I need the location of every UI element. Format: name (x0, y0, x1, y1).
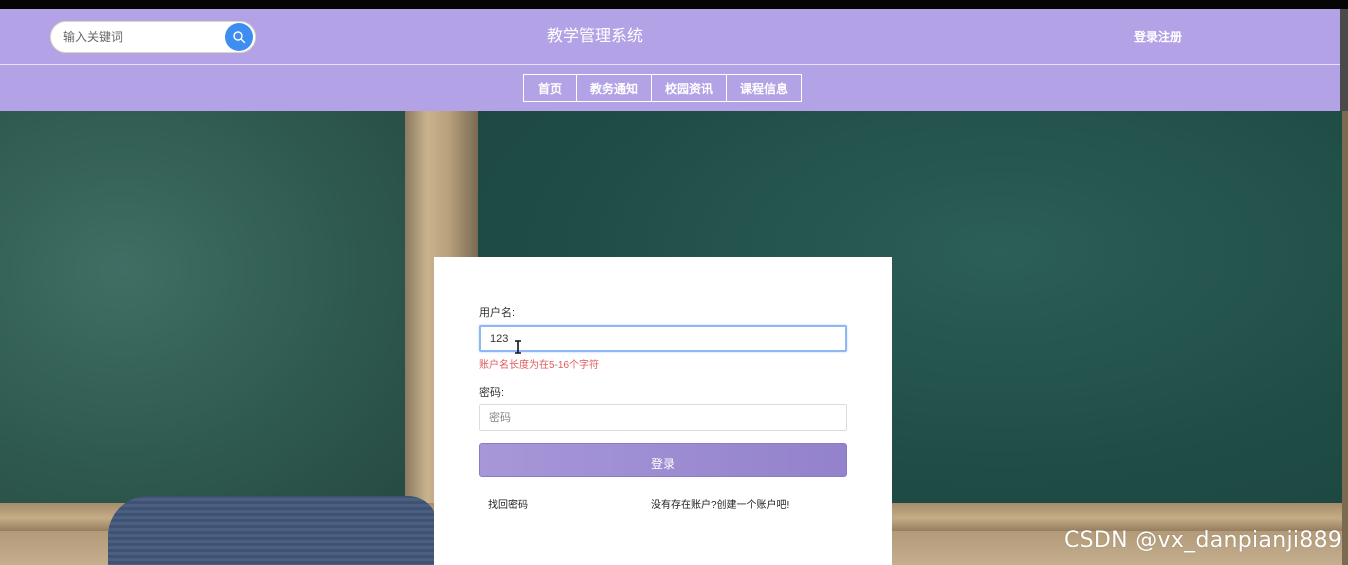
nav-item-notices[interactable]: 教务通知 (576, 74, 652, 102)
nav-bar: 首页 教务通知 校园资讯 课程信息 (0, 64, 1340, 111)
header: 教学管理系统 登录注册 (0, 9, 1340, 64)
watermark: CSDN @vx_danpianji889 (1064, 528, 1343, 553)
nav-list: 首页 教务通知 校园资讯 课程信息 (523, 74, 802, 102)
login-card: 用户名: 账户名长度为在5-16个字符 密码: 登录 找回密码 没有存在账户?创… (434, 257, 892, 565)
nav-item-campus-news[interactable]: 校园资讯 (651, 74, 727, 102)
username-label: 用户名: (479, 307, 516, 319)
login-button[interactable]: 登录 (479, 443, 847, 477)
username-field[interactable] (479, 325, 847, 352)
page: 教学管理系统 登录注册 首页 教务通知 校园资讯 课程信息 用户名: 账户名长度… (0, 0, 1348, 565)
nav-item-courses[interactable]: 课程信息 (726, 74, 802, 102)
text-cursor-icon (515, 340, 521, 354)
window-top-strip (0, 0, 1348, 9)
password-label: 密码: (479, 387, 505, 399)
password-field[interactable] (479, 404, 847, 431)
nav-item-home[interactable]: 首页 (523, 74, 577, 102)
register-link[interactable]: 没有存在账户?创建一个账户吧! (651, 496, 789, 511)
scene-edge (1342, 111, 1348, 565)
chalkboard-left (0, 111, 405, 511)
forgot-password-link[interactable]: 找回密码 (488, 496, 528, 511)
chair (108, 496, 438, 565)
username-error: 账户名长度为在5-16个字符 (479, 360, 600, 371)
scrollbar-edge (1340, 9, 1348, 111)
site-title: 教学管理系统 (546, 28, 643, 45)
login-register-link[interactable]: 登录注册 (1134, 9, 1182, 66)
